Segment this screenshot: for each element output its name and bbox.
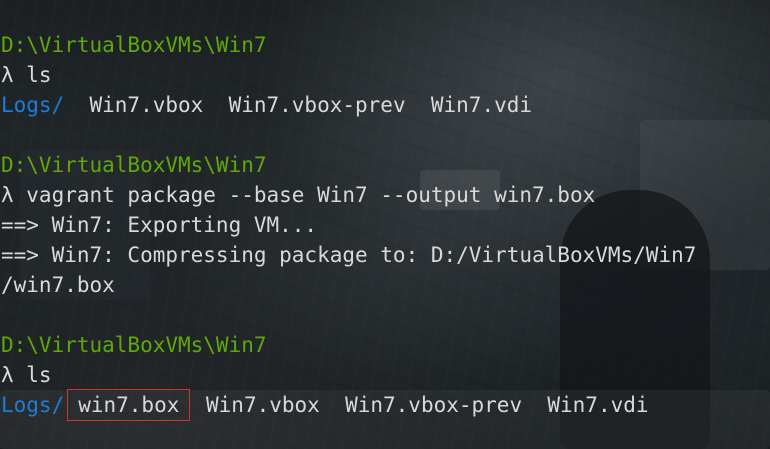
command-text: λ vagrant package --base Win7 --output w…	[1, 183, 596, 207]
file-entries: Win7.vbox Win7.vbox-prev Win7.vdi	[64, 93, 533, 117]
prompt-path: D:\VirtualBoxVMs\Win7	[1, 333, 267, 357]
output-text: ==> Win7: Exporting VM...	[1, 213, 318, 237]
command-text: λ ls	[1, 63, 52, 87]
prompt-path: D:\VirtualBoxVMs\Win7	[1, 153, 267, 177]
command-line: λ ls	[1, 360, 770, 390]
output-line: Logs/ Win7.vbox Win7.vbox-prev Win7.vdi	[1, 90, 770, 120]
prompt-path: D:\VirtualBoxVMs\Win7	[1, 33, 267, 57]
highlighted-file-entry: win7.box	[67, 389, 191, 421]
terminal-output: D:\VirtualBoxVMs\Win7 λ ls Logs/ Win7.vb…	[1, 30, 770, 421]
output-text: /win7.box	[1, 273, 115, 297]
output-text: ==> Win7: Compressing package to: D:/Vir…	[1, 243, 697, 267]
command-line: λ vagrant package --base Win7 --output w…	[1, 180, 770, 210]
command-text: λ ls	[1, 363, 52, 387]
prompt-line: D:\VirtualBoxVMs\Win7	[1, 330, 770, 360]
prompt-line: D:\VirtualBoxVMs\Win7	[1, 30, 770, 60]
output-line: ==> Win7: Compressing package to: D:/Vir…	[1, 240, 770, 270]
prompt-line: D:\VirtualBoxVMs\Win7	[1, 150, 770, 180]
directory-entry: Logs/	[1, 93, 65, 117]
directory-entry: Logs/	[1, 393, 65, 417]
terminal-window[interactable]: D:\VirtualBoxVMs\Win7 λ ls Logs/ Win7.vb…	[0, 0, 770, 449]
output-line: Logs/win7.box Win7.vbox Win7.vbox-prev W…	[1, 389, 770, 421]
file-entries: Win7.vbox Win7.vbox-prev Win7.vdi	[193, 393, 649, 417]
output-line: ==> Win7: Exporting VM...	[1, 210, 770, 240]
output-line: /win7.box	[1, 270, 770, 300]
command-line: λ ls	[1, 60, 770, 90]
